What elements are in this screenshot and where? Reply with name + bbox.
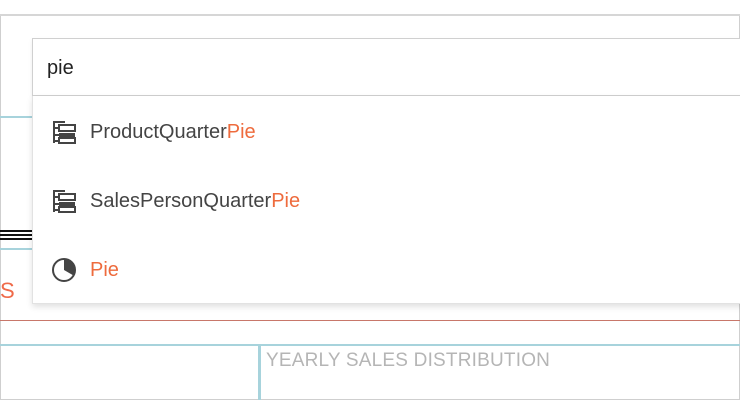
search-input[interactable] [47,51,727,85]
result-item-product-quarter-pie[interactable]: ProductQuarterPie [33,98,740,166]
result-item-salesperson-quarter-pie[interactable]: SalesPersonQuarterPie [33,167,740,235]
result-label: SalesPersonQuarterPie [90,189,301,212]
hierarchy-icon [50,187,78,215]
panel-divider-vertical [258,346,261,400]
result-label: Pie [90,258,119,281]
panel-divider-mid [0,248,34,250]
red-underline-divider [0,320,740,321]
drag-handle-icon[interactable] [0,228,34,242]
search-box [32,38,740,96]
result-label: ProductQuarterPie [90,120,256,143]
panel-title: YEARLY SALES DISTRIBUTION [266,350,551,371]
top-toolbar [0,0,740,16]
search-results-list: ProductQuarterPie SalesPersonQuarterPie [32,96,740,304]
partial-red-text: S [0,278,15,303]
hierarchy-icon [50,118,78,146]
pie-chart-icon [50,256,78,284]
result-item-pie[interactable]: Pie [33,236,740,304]
